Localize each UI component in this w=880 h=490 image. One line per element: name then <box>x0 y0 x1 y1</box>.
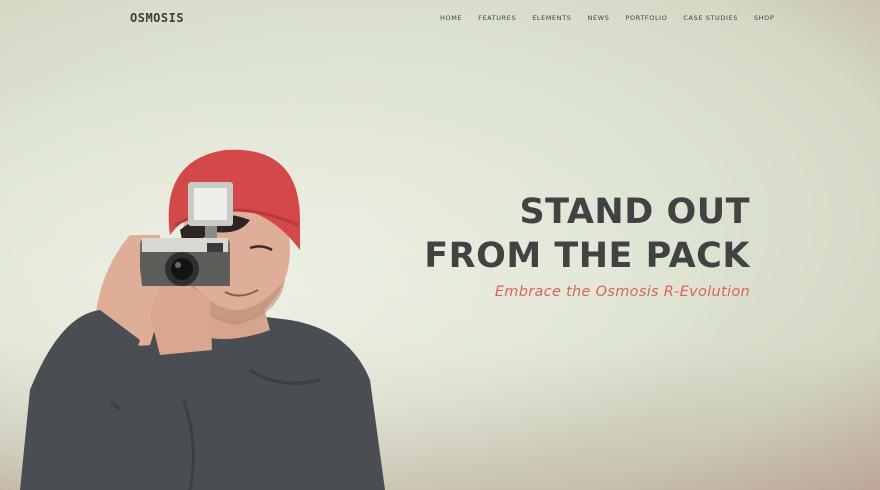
hero-headline-line-2: FROM THE PACK <box>424 236 750 276</box>
nav-item-shop[interactable]: SHOP <box>754 14 774 22</box>
nav-item-home[interactable]: HOME <box>440 14 462 22</box>
nav-item-elements[interactable]: ELEMENTS <box>532 14 571 22</box>
hero-text: STAND OUT FROM THE PACK Embrace the Osmo… <box>424 190 750 300</box>
nav-item-portfolio[interactable]: PORTFOLIO <box>625 14 667 22</box>
main-navigation: HOME FEATURES ELEMENTS NEWS PORTFOLIO CA… <box>440 14 790 22</box>
hero-headline-line-1: STAND OUT <box>519 192 750 232</box>
hero-tagline: Embrace the Osmosis R-Evolution <box>494 284 750 300</box>
site-logo[interactable]: OSMOSIS <box>130 11 184 25</box>
nav-item-news[interactable]: NEWS <box>588 14 610 22</box>
nav-item-case-studies[interactable]: CASE STUDIES <box>683 14 738 22</box>
nav-item-features[interactable]: FEATURES <box>478 14 516 22</box>
hero-photo-photographer <box>20 149 385 490</box>
site-header: OSMOSIS HOME FEATURES ELEMENTS NEWS PORT… <box>0 0 880 36</box>
